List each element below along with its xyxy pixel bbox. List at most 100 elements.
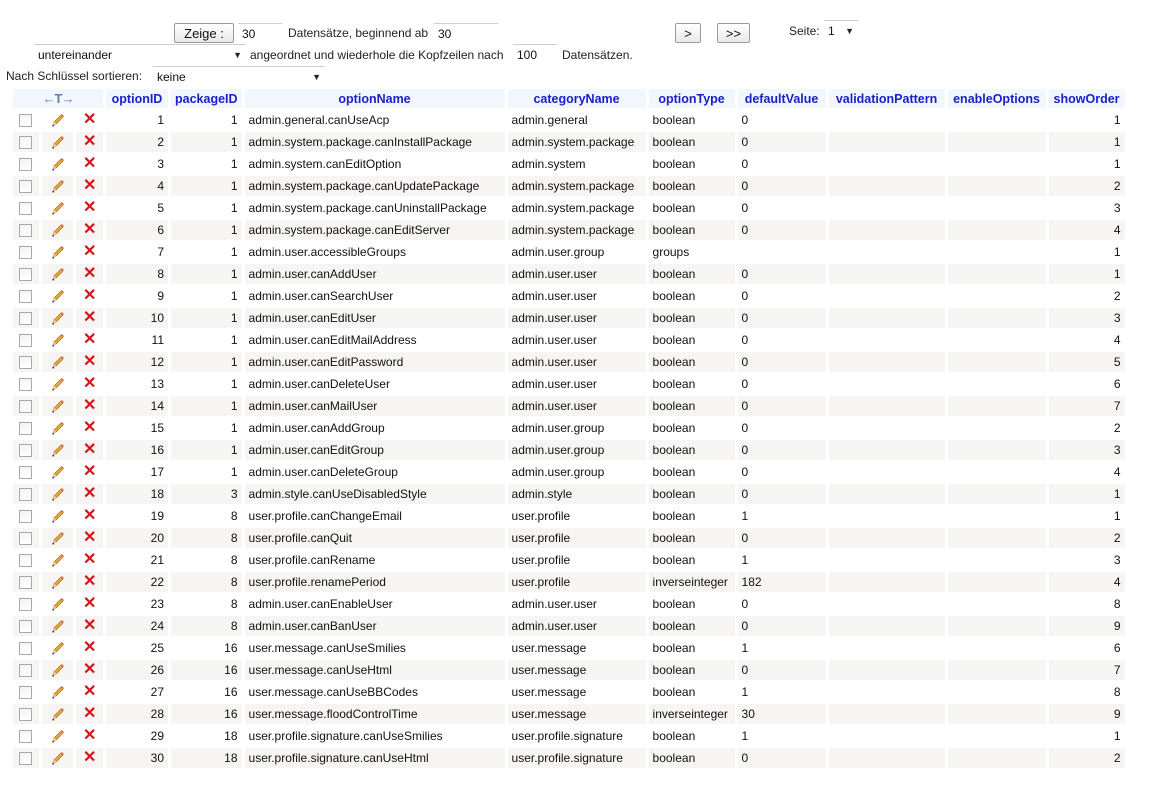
- row-checkbox[interactable]: [19, 224, 33, 238]
- edit-pencil-icon[interactable]: [50, 552, 66, 568]
- row-checkbox[interactable]: [19, 158, 33, 172]
- delete-x-icon[interactable]: ✕: [83, 419, 96, 436]
- column-header-defaultValue[interactable]: defaultValue: [737, 89, 826, 108]
- row-checkbox[interactable]: [19, 114, 33, 128]
- row-checkbox[interactable]: [19, 312, 33, 326]
- delete-x-icon[interactable]: ✕: [83, 353, 96, 370]
- delete-x-icon[interactable]: ✕: [83, 507, 96, 524]
- row-checkbox[interactable]: [19, 136, 33, 150]
- edit-pencil-icon[interactable]: [50, 662, 66, 678]
- edit-pencil-icon[interactable]: [50, 574, 66, 590]
- row-checkbox[interactable]: [19, 708, 33, 722]
- row-checkbox[interactable]: [19, 180, 33, 194]
- edit-pencil-icon[interactable]: [50, 244, 66, 260]
- display-mode-select[interactable]: untereinander ▼: [34, 44, 246, 64]
- start-offset-input[interactable]: 30: [434, 23, 498, 43]
- edit-pencil-icon[interactable]: [50, 530, 66, 546]
- rows-count-input[interactable]: 30: [238, 23, 282, 43]
- page-select[interactable]: 1 ▼: [824, 20, 858, 40]
- delete-x-icon[interactable]: ✕: [83, 573, 96, 590]
- next-page-button[interactable]: >: [675, 23, 701, 43]
- row-checkbox[interactable]: [19, 290, 33, 304]
- row-checkbox[interactable]: [19, 246, 33, 260]
- column-header-categoryName[interactable]: categoryName: [507, 89, 646, 108]
- show-button[interactable]: Zeige :: [174, 23, 234, 43]
- row-checkbox[interactable]: [19, 268, 33, 282]
- edit-pencil-icon[interactable]: [50, 222, 66, 238]
- row-checkbox[interactable]: [19, 466, 33, 480]
- repeat-headers-input[interactable]: 100: [513, 44, 557, 64]
- delete-x-icon[interactable]: ✕: [83, 397, 96, 414]
- delete-x-icon[interactable]: ✕: [83, 551, 96, 568]
- column-header-optionName[interactable]: optionName: [244, 89, 505, 108]
- delete-x-icon[interactable]: ✕: [83, 529, 96, 546]
- delete-x-icon[interactable]: ✕: [83, 463, 96, 480]
- row-checkbox[interactable]: [19, 532, 33, 546]
- edit-pencil-icon[interactable]: [50, 332, 66, 348]
- sort-key-select[interactable]: keine ▼: [153, 66, 325, 86]
- edit-pencil-icon[interactable]: [50, 706, 66, 722]
- edit-pencil-icon[interactable]: [50, 596, 66, 612]
- delete-x-icon[interactable]: ✕: [83, 485, 96, 502]
- delete-x-icon[interactable]: ✕: [83, 243, 96, 260]
- edit-pencil-icon[interactable]: [50, 640, 66, 656]
- delete-x-icon[interactable]: ✕: [83, 705, 96, 722]
- delete-x-icon[interactable]: ✕: [83, 221, 96, 238]
- edit-pencil-icon[interactable]: [50, 178, 66, 194]
- delete-x-icon[interactable]: ✕: [83, 133, 96, 150]
- delete-x-icon[interactable]: ✕: [83, 331, 96, 348]
- delete-x-icon[interactable]: ✕: [83, 727, 96, 744]
- edit-pencil-icon[interactable]: [50, 464, 66, 480]
- row-checkbox[interactable]: [19, 334, 33, 348]
- column-header-validationPattern[interactable]: validationPattern: [828, 89, 945, 108]
- last-page-button[interactable]: >>: [717, 23, 750, 43]
- column-header-enableOptions[interactable]: enableOptions: [947, 89, 1046, 108]
- row-checkbox[interactable]: [19, 664, 33, 678]
- edit-pencil-icon[interactable]: [50, 442, 66, 458]
- row-checkbox[interactable]: [19, 400, 33, 414]
- edit-pencil-icon[interactable]: [50, 134, 66, 150]
- edit-pencil-icon[interactable]: [50, 728, 66, 744]
- edit-pencil-icon[interactable]: [50, 200, 66, 216]
- row-checkbox[interactable]: [19, 422, 33, 436]
- column-header-optionType[interactable]: optionType: [648, 89, 735, 108]
- edit-pencil-icon[interactable]: [50, 508, 66, 524]
- row-checkbox[interactable]: [19, 730, 33, 744]
- delete-x-icon[interactable]: ✕: [83, 265, 96, 282]
- edit-pencil-icon[interactable]: [50, 750, 66, 766]
- column-header-optionID[interactable]: optionID: [106, 89, 168, 108]
- edit-pencil-icon[interactable]: [50, 376, 66, 392]
- delete-x-icon[interactable]: ✕: [83, 375, 96, 392]
- row-checkbox[interactable]: [19, 642, 33, 656]
- edit-pencil-icon[interactable]: [50, 684, 66, 700]
- row-checkbox[interactable]: [19, 752, 33, 766]
- edit-pencil-icon[interactable]: [50, 618, 66, 634]
- row-checkbox[interactable]: [19, 576, 33, 590]
- edit-pencil-icon[interactable]: [50, 310, 66, 326]
- edit-pencil-icon[interactable]: [50, 398, 66, 414]
- edit-pencil-icon[interactable]: [50, 288, 66, 304]
- delete-x-icon[interactable]: ✕: [83, 441, 96, 458]
- column-header-packageID[interactable]: packageID: [171, 89, 242, 108]
- edit-pencil-icon[interactable]: [50, 156, 66, 172]
- delete-x-icon[interactable]: ✕: [83, 199, 96, 216]
- edit-pencil-icon[interactable]: [50, 354, 66, 370]
- delete-x-icon[interactable]: ✕: [83, 177, 96, 194]
- row-checkbox[interactable]: [19, 510, 33, 524]
- edit-pencil-icon[interactable]: [50, 486, 66, 502]
- delete-x-icon[interactable]: ✕: [83, 595, 96, 612]
- row-checkbox[interactable]: [19, 620, 33, 634]
- row-checkbox[interactable]: [19, 378, 33, 392]
- delete-x-icon[interactable]: ✕: [83, 309, 96, 326]
- row-checkbox[interactable]: [19, 356, 33, 370]
- edit-pencil-icon[interactable]: [50, 112, 66, 128]
- delete-x-icon[interactable]: ✕: [83, 639, 96, 656]
- row-checkbox[interactable]: [19, 598, 33, 612]
- delete-x-icon[interactable]: ✕: [83, 683, 96, 700]
- delete-x-icon[interactable]: ✕: [83, 287, 96, 304]
- row-checkbox[interactable]: [19, 686, 33, 700]
- row-checkbox[interactable]: [19, 202, 33, 216]
- delete-x-icon[interactable]: ✕: [83, 111, 96, 128]
- delete-x-icon[interactable]: ✕: [83, 661, 96, 678]
- delete-x-icon[interactable]: ✕: [83, 617, 96, 634]
